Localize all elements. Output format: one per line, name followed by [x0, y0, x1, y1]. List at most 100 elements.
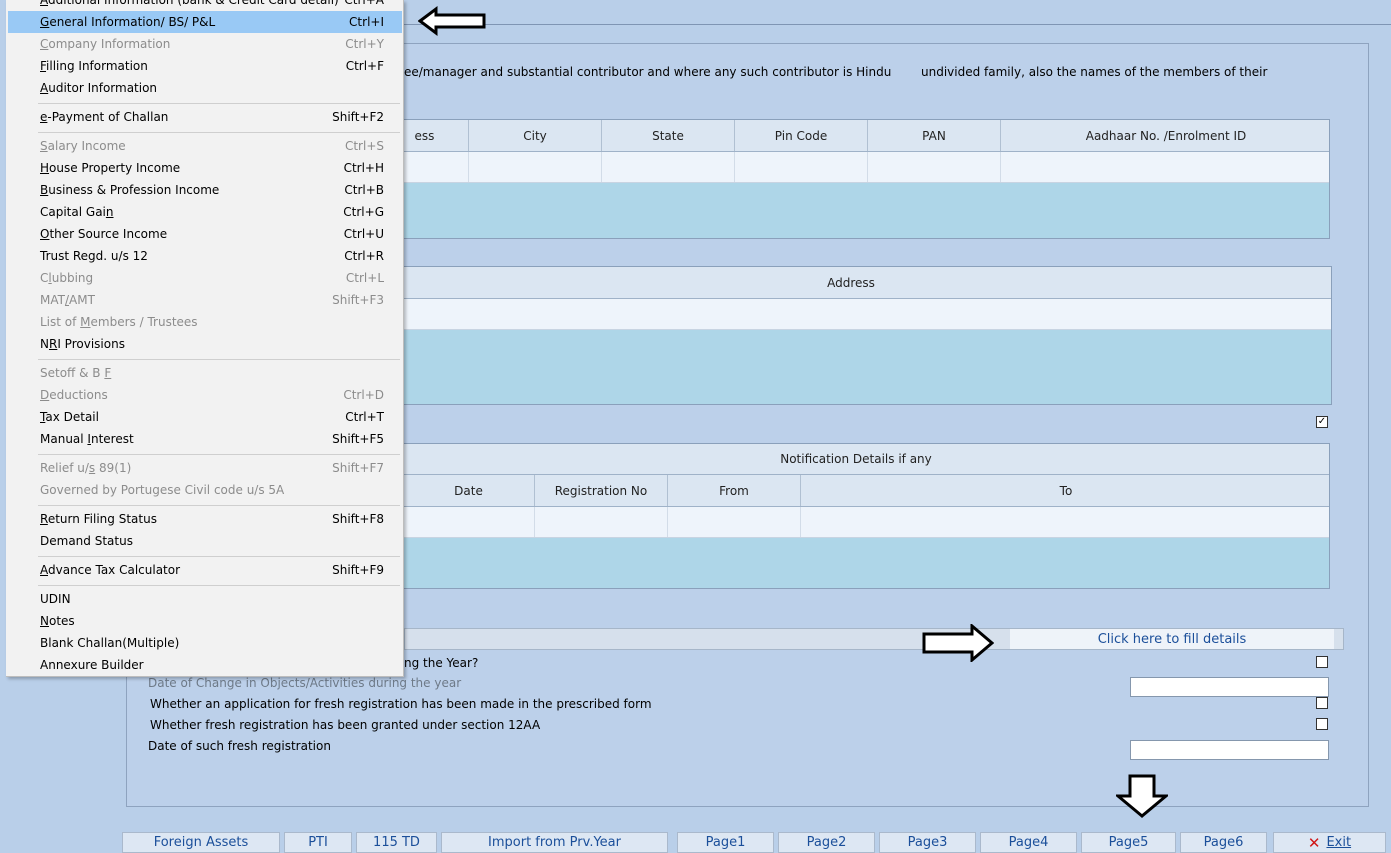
menu-item-capital-gain[interactable]: Capital Gain Ctrl+G: [8, 201, 402, 223]
cell-state[interactable]: [602, 152, 735, 182]
page6-button[interactable]: Page6: [1180, 832, 1267, 853]
menu-item-house-property-income[interactable]: House Property Income Ctrl+H: [8, 157, 402, 179]
contributors-grid[interactable]: ess City State Pin Code PAN Aadhaar No. …: [380, 119, 1330, 239]
menu-item-auditor-information[interactable]: Auditor Information: [8, 77, 402, 99]
menu-item-list-of-members-trustees[interactable]: List of Members / Trustees: [8, 311, 402, 333]
fresh-registration-granted-checkbox[interactable]: [1316, 718, 1328, 730]
115-td-button[interactable]: 115 TD: [356, 832, 437, 853]
change-during-year-checkbox[interactable]: [1316, 656, 1328, 668]
menu-item-label: Salary Income: [40, 139, 126, 153]
cell-date[interactable]: [403, 507, 535, 537]
page3-button[interactable]: Page3: [879, 832, 976, 853]
column-header-pin-code[interactable]: Pin Code: [735, 120, 868, 151]
column-header-to[interactable]: To: [801, 475, 1329, 506]
notification-grid[interactable]: Notification Details if any Date Registr…: [380, 443, 1330, 589]
menu-item-notes[interactable]: Notes: [8, 610, 402, 632]
column-header-address[interactable]: Address: [381, 267, 1321, 298]
menu-item-manual-interest[interactable]: Manual Interest Shift+F5: [8, 428, 402, 450]
menu-item-demand-status[interactable]: Demand Status: [8, 530, 402, 552]
menu-item-label: NRI Provisions: [40, 337, 125, 351]
menu-item-governed-by-portugese-civil-code-u-s-5a[interactable]: Governed by Portugese Civil code u/s 5A: [8, 479, 402, 501]
menu-item-business-profession-income[interactable]: Business & Profession Income Ctrl+B: [8, 179, 402, 201]
left-arrow-icon: [418, 6, 488, 36]
page1-button[interactable]: Page1: [677, 832, 774, 853]
page5-button[interactable]: Page5: [1081, 832, 1176, 853]
cell-aadhaar[interactable]: [1001, 152, 1329, 182]
change-during-year-label: ng the Year?: [404, 656, 479, 670]
cell-pin-code[interactable]: [735, 152, 868, 182]
table-row[interactable]: [381, 299, 1331, 330]
page4-button[interactable]: Page4: [980, 832, 1077, 853]
menu-item-setoff-b-f[interactable]: Setoff & B F: [8, 362, 402, 384]
down-arrow-icon: [1116, 774, 1168, 818]
menu-item-annexure-builder[interactable]: Annexure Builder: [8, 654, 402, 676]
contributor-description-text-continued: undivided family, also the names of the …: [921, 65, 1268, 79]
cell-pan[interactable]: [868, 152, 1001, 182]
menu-item-label: Filling Information: [40, 59, 148, 73]
menu-item-company-information[interactable]: Company Information Ctrl+Y: [8, 33, 402, 55]
menu-item-label: Notes: [40, 614, 75, 628]
menu-item-label: Manual Interest: [40, 432, 134, 446]
page2-button[interactable]: Page2: [778, 832, 875, 853]
menu-item-shortcut: Ctrl+G: [343, 205, 384, 219]
menu-item-deductions[interactable]: Deductions Ctrl+D: [8, 384, 402, 406]
import-previous-year-button[interactable]: Import from Prv.Year: [441, 832, 668, 853]
cell-from[interactable]: [668, 507, 801, 537]
column-header-state[interactable]: State: [602, 120, 735, 151]
menu-item-general-information-bs-p-l[interactable]: General Information/ BS/ P&L Ctrl+I: [8, 11, 402, 33]
menu-item-salary-income[interactable]: Salary Income Ctrl+S: [8, 135, 402, 157]
main-menu-dropdown: Additional Information (bank & Credit Ca…: [6, 0, 404, 677]
menu-item-shortcut: Shift+F5: [332, 432, 384, 446]
column-header-city[interactable]: City: [469, 120, 602, 151]
cell-registration-no[interactable]: [535, 507, 668, 537]
fresh-registration-date-input[interactable]: [1130, 740, 1329, 760]
menu-item-relief-u-s-89-1[interactable]: Relief u/s 89(1) Shift+F7: [8, 457, 402, 479]
table-row[interactable]: [381, 152, 1329, 183]
cell-address[interactable]: [381, 299, 1331, 329]
table-row[interactable]: [381, 507, 1329, 538]
menu-item-filling-information[interactable]: Filling Information Ctrl+F: [8, 55, 402, 77]
contributors-grid-header: ess City State Pin Code PAN Aadhaar No. …: [381, 120, 1329, 152]
menu-item-shortcut: Ctrl+Y: [345, 37, 384, 51]
column-header-pan[interactable]: PAN: [868, 120, 1001, 151]
menu-item-shortcut: Ctrl+I: [349, 15, 384, 29]
foreign-assets-button[interactable]: Foreign Assets: [122, 832, 280, 853]
menu-separator: [38, 556, 400, 557]
column-header-from[interactable]: From: [668, 475, 801, 506]
menu-item-label: Advance Tax Calculator: [40, 563, 181, 577]
menu-item-shortcut: Ctrl+B: [344, 183, 384, 197]
menu-item-mat-amt[interactable]: MAT/AMT Shift+F3: [8, 289, 402, 311]
menu-item-other-source-income[interactable]: Other Source Income Ctrl+U: [8, 223, 402, 245]
menu-separator: [38, 103, 400, 104]
menu-item-label: Auditor Information: [40, 81, 158, 95]
fill-details-button[interactable]: Click here to fill details: [1010, 629, 1334, 649]
exit-button[interactable]: ✕ Exit: [1273, 832, 1386, 853]
menu-item-label: Demand Status: [40, 534, 133, 548]
address-grid[interactable]: Address: [380, 266, 1332, 405]
column-header-date[interactable]: Date: [403, 475, 535, 506]
pti-button[interactable]: PTI: [284, 832, 352, 853]
menu-item-return-filing-status[interactable]: Return Filing Status Shift+F8: [8, 508, 402, 530]
cell-to[interactable]: [801, 507, 1329, 537]
column-header-registration-no[interactable]: Registration No: [535, 475, 668, 506]
cell-city[interactable]: [469, 152, 602, 182]
menu-item-label: Other Source Income: [40, 227, 168, 241]
menu-item-shortcut: Ctrl+H: [343, 161, 384, 175]
menu-item-blank-challan-multiple[interactable]: Blank Challan(Multiple): [8, 632, 402, 654]
menu-item-additional-information-bank-credit-card-detail[interactable]: Additional Information (bank & Credit Ca…: [8, 0, 402, 11]
menu-item-e-payment-of-challan[interactable]: e-Payment of Challan Shift+F2: [8, 106, 402, 128]
column-header-aadhaar[interactable]: Aadhaar No. /Enrolment ID: [1001, 120, 1329, 151]
menu-item-trust-regd-u-s-12[interactable]: Trust Regd. u/s 12 Ctrl+R: [8, 245, 402, 267]
menu-item-advance-tax-calculator[interactable]: Advance Tax Calculator Shift+F9: [8, 559, 402, 581]
menu-item-udin[interactable]: UDIN: [8, 588, 402, 610]
date-of-change-input[interactable]: [1130, 677, 1329, 697]
menu-item-tax-detail[interactable]: Tax Detail Ctrl+T: [8, 406, 402, 428]
menu-item-label: List of Members / Trustees: [40, 315, 198, 329]
notification-grid-caption: Notification Details if any: [381, 444, 1329, 475]
menu-item-label: Trust Regd. u/s 12: [40, 249, 148, 263]
menu-item-nri-provisions[interactable]: NRI Provisions: [8, 333, 402, 355]
menu-item-shortcut: Shift+F3: [332, 293, 384, 307]
menu-item-clubbing[interactable]: Clubbing Ctrl+L: [8, 267, 402, 289]
registration-checkbox[interactable]: ✓: [1316, 416, 1328, 428]
fresh-application-checkbox[interactable]: [1316, 697, 1328, 709]
